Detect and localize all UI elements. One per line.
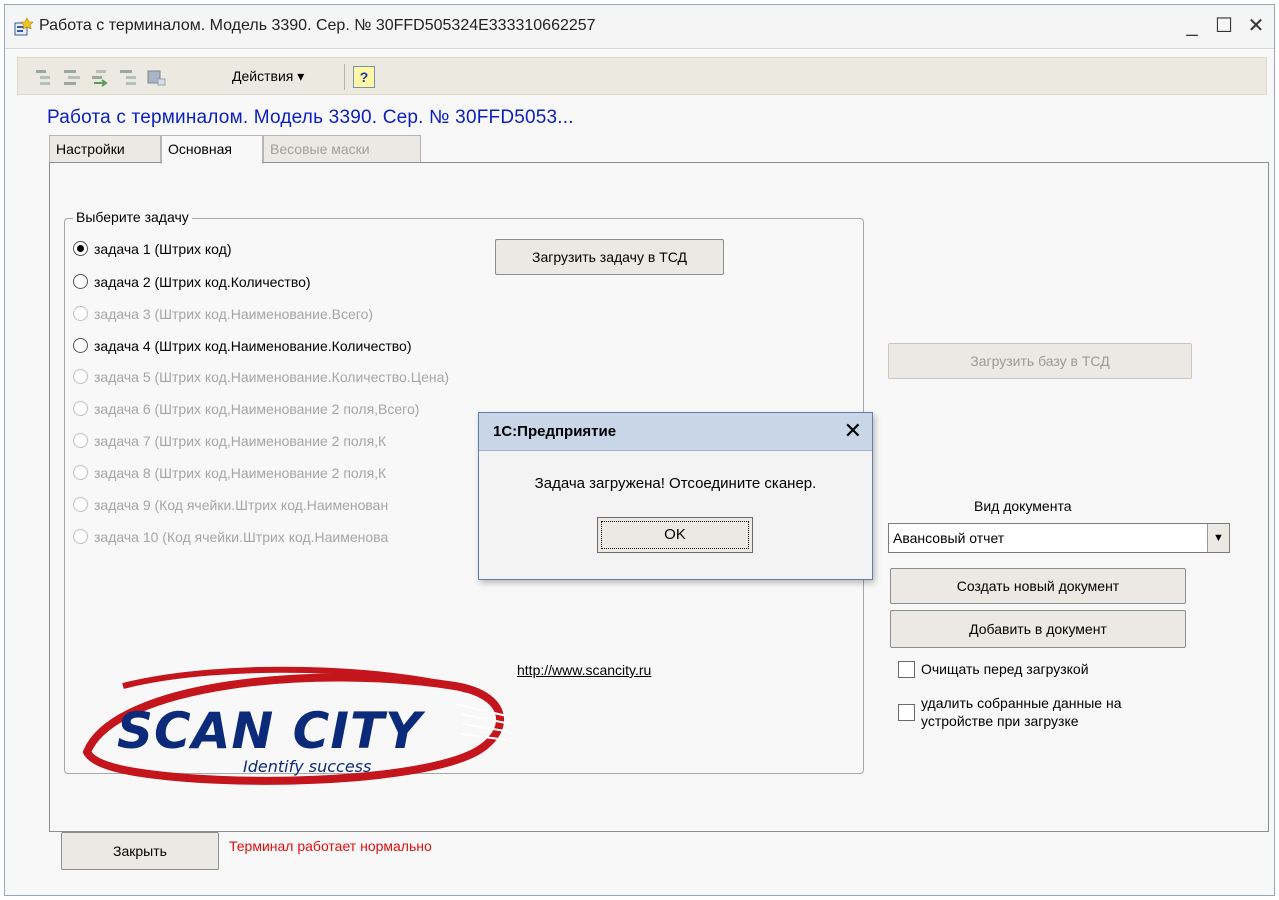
task-radio-10[interactable]: задача 10 (Код ячейки.Штрих код.Наименов… [73, 526, 388, 548]
checkbox-box [898, 661, 915, 678]
radio-indicator [73, 240, 88, 256]
toolbar: Действия ▾ ? [17, 57, 1267, 95]
tab-main[interactable]: Основная [161, 135, 263, 164]
checkbox-box [898, 704, 915, 721]
doc-type-label: Вид документа [974, 498, 1072, 514]
actions-menu[interactable]: Действия ▾ [232, 68, 304, 85]
clear-before-load-checkbox[interactable]: Очищать перед загрузкой [898, 659, 1158, 681]
task-radio-7[interactable]: задача 7 (Штрих код,Наименование 2 поля,… [73, 430, 386, 452]
task-radio-9[interactable]: задача 9 (Код ячейки.Штрих код.Наименова… [73, 494, 388, 516]
app-icon [14, 17, 33, 36]
tree-expand-icon[interactable] [62, 67, 82, 87]
task-radio-label: задача 8 (Штрих код,Наименование 2 поля,… [94, 465, 387, 481]
minimize-button[interactable]: _ [1179, 13, 1205, 39]
radio-indicator [73, 368, 88, 384]
task-radio-5[interactable]: задача 5 (Штрих код.Наименование.Количес… [73, 366, 449, 388]
tree-move-icon[interactable] [90, 67, 110, 87]
status-text: Терминал работает нормально [229, 838, 432, 854]
focus-rect [601, 521, 749, 549]
checkbox-label: Очищать перед загрузкой [921, 661, 1089, 677]
task-radio-label: задача 6 (Штрих код,Наименование 2 поля,… [94, 401, 420, 417]
dialog-close-icon[interactable]: ✕ [844, 418, 862, 444]
toolbar-separator [344, 64, 345, 90]
radio-indicator [73, 305, 88, 321]
title-bar: Работа с терминалом. Модель 3390. Сер. №… [5, 5, 1274, 49]
task-radio-label: задача 1 (Штрих код) [94, 241, 232, 257]
task-radio-6[interactable]: задача 6 (Штрих код,Наименование 2 поля,… [73, 398, 419, 420]
task-radio-label: задача 2 (Штрих код.Количество) [94, 274, 311, 290]
task-radio-3[interactable]: задача 3 (Штрих код.Наименование.Всего) [73, 303, 373, 325]
dialog-ok-button[interactable]: OK [597, 517, 753, 553]
radio-indicator [73, 400, 88, 416]
task-radio-2[interactable]: задача 2 (Штрих код.Количество) [73, 271, 311, 293]
window-title: Работа с терминалом. Модель 3390. Сер. №… [39, 17, 596, 34]
task-radio-label: задача 7 (Штрих код,Наименование 2 поля,… [94, 433, 387, 449]
tree-level-icon[interactable] [34, 67, 54, 87]
record-icon[interactable] [146, 67, 166, 87]
task-radio-label: задача 4 (Штрих код.Наименование.Количес… [94, 338, 412, 354]
create-document-button[interactable]: Создать новый документ [890, 568, 1186, 604]
help-button[interactable]: ? [353, 66, 375, 88]
tab-settings[interactable]: Настройки [49, 135, 161, 162]
radio-indicator [73, 432, 88, 448]
message-dialog: 1С:Предприятие ✕ Задача загружена! Отсое… [478, 412, 873, 580]
dropdown-arrow-icon[interactable]: ▼ [1207, 524, 1229, 552]
dialog-header: 1С:Предприятие ✕ [479, 413, 872, 451]
svg-text:SCAN CITY: SCAN CITY [117, 702, 426, 760]
radio-indicator [73, 273, 88, 289]
dialog-message: Задача загружена! Отсоедините сканер. [534, 475, 817, 492]
load-task-button[interactable]: Загрузить задачу в ТСД [495, 239, 724, 275]
checkbox-label-line2: устройстве при загрузке [921, 713, 1079, 729]
radio-indicator [73, 528, 88, 544]
checkbox-label-line1: удалить собранные данные на [921, 695, 1122, 711]
doc-type-select[interactable]: Авансовый отчет ▼ [888, 523, 1230, 553]
task-radio-label: задача 9 (Код ячейки.Штрих код.Наименова… [94, 497, 389, 513]
radio-indicator [73, 464, 88, 480]
task-radio-4[interactable]: задача 4 (Штрих код.Наименование.Количес… [73, 335, 412, 357]
radio-indicator [73, 496, 88, 512]
radio-indicator [73, 337, 88, 353]
load-base-button[interactable]: Загрузить базу в ТСД [888, 343, 1192, 379]
task-radio-label: задача 10 (Код ячейки.Штрих код.Наименов… [94, 529, 389, 545]
task-radio-label: задача 3 (Штрих код.Наименование.Всего) [94, 306, 374, 322]
close-window-button[interactable]: ✕ [1243, 13, 1269, 39]
tree-collapse-icon[interactable] [118, 67, 138, 87]
doc-type-value: Авансовый отчет [893, 530, 1005, 546]
svg-text:Identify success: Identify success [243, 757, 371, 776]
add-to-document-button[interactable]: Добавить в документ [890, 610, 1186, 648]
task-group-title: Выберите задачу [73, 209, 192, 225]
task-radio-label: задача 5 (Штрих код.Наименование.Количес… [94, 369, 450, 385]
close-button[interactable]: Закрыть [61, 832, 219, 870]
scancity-logo: SCAN CITY Identify success [82, 666, 512, 785]
form-title: Работа с терминалом. Модель 3390. Сер. №… [47, 107, 574, 128]
maximize-button[interactable]: ☐ [1211, 13, 1237, 39]
delete-collected-data-checkbox[interactable]: удалить собранные данные на устройстве п… [898, 693, 1198, 737]
tab-weight-masks[interactable]: Весовые маски [263, 135, 421, 162]
scancity-link[interactable]: http://www.scancity.ru [517, 662, 651, 678]
dialog-title: 1С:Предприятие [493, 423, 617, 440]
task-radio-1[interactable]: задача 1 (Штрих код) [73, 238, 232, 260]
task-radio-8[interactable]: задача 8 (Штрих код,Наименование 2 поля,… [73, 462, 386, 484]
